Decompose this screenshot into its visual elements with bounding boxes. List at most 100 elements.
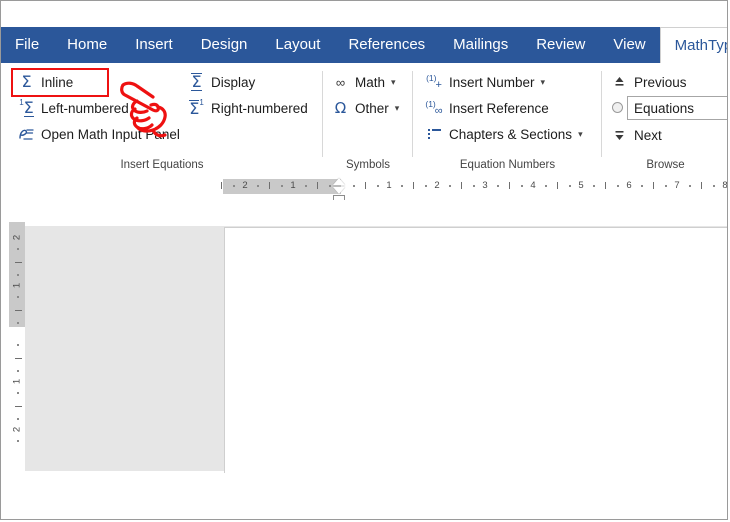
browse-object-combobox[interactable]: Equations — [627, 96, 728, 120]
vruler-dot — [17, 370, 19, 372]
ruler-dot — [665, 185, 667, 187]
ruler-dot — [377, 185, 379, 187]
vruler-tick — [15, 310, 22, 311]
chevron-down-icon[interactable]: ▾ — [578, 129, 583, 140]
vruler-dot — [17, 248, 19, 250]
ribbon-button-previous-label: Previous — [634, 75, 687, 90]
ribbon-button-right-numbered[interactable]: Σ1 Right-numbered — [187, 97, 308, 119]
vruler-dot — [17, 344, 19, 346]
ruler-dot — [401, 185, 403, 187]
vruler-dot — [17, 440, 19, 442]
tab-insert[interactable]: Insert — [121, 27, 187, 63]
sigma-left-number-icon: 1Σ — [17, 99, 36, 118]
ribbon-button-other-label: Other — [355, 101, 389, 116]
ruler-dot — [617, 185, 619, 187]
vruler-number: 2 — [12, 230, 23, 246]
ruler-number: 6 — [626, 180, 631, 191]
ribbon-group-label-browse: Browse — [602, 159, 728, 171]
tab-view[interactable]: View — [599, 27, 659, 63]
insert-reference-icon: (1)∞ — [425, 99, 444, 118]
horizontal-ruler[interactable]: L 2 1 1 2 3 4 5 6 7 8 — [1, 176, 728, 200]
ribbon-button-left-numbered-label: Left-numbered — [41, 101, 129, 116]
ribbon-button-math[interactable]: ∞ Math ▾ — [331, 71, 396, 93]
ribbon-button-chapters-sections-label: Chapters & Sections — [449, 127, 572, 142]
tab-mailings[interactable]: Mailings — [439, 27, 522, 63]
ribbon-button-previous[interactable]: Previous — [610, 71, 687, 93]
ribbon-group-equation-numbers: (1)+ Insert Number ▾ (1)∞ Insert Referen… — [413, 63, 602, 176]
browse-combobox-value: Equations — [634, 101, 694, 116]
chevron-down-icon[interactable]: ▾ — [395, 103, 400, 114]
ribbon-button-insert-number[interactable]: (1)+ Insert Number ▾ — [425, 71, 545, 93]
chevron-down-icon[interactable]: ▾ — [391, 77, 396, 88]
ruler-dot — [521, 185, 523, 187]
ribbon-button-chapters-sections[interactable]: Chapters & Sections ▾ — [425, 123, 583, 145]
ruler-dot — [641, 185, 643, 187]
ribbon-button-right-numbered-label: Right-numbered — [211, 101, 308, 116]
ribbon-button-inline[interactable]: Σ Inline — [17, 71, 73, 93]
chevron-down-icon[interactable]: ▾ — [541, 77, 546, 88]
tab-layout[interactable]: Layout — [261, 27, 334, 63]
ruler-number: 8 — [722, 180, 727, 191]
ruler-tick — [701, 182, 702, 189]
ruler-tick — [653, 182, 654, 189]
next-icon — [610, 126, 629, 145]
ruler-number: 7 — [674, 180, 679, 191]
math-input-panel-icon — [17, 125, 36, 144]
next-glyph — [614, 129, 625, 142]
ruler-tick — [557, 182, 558, 189]
ruler-number: 4 — [530, 180, 535, 191]
ribbon-button-display[interactable]: Σ Display — [187, 71, 255, 93]
vruler-dot — [17, 274, 19, 276]
ribbon-button-insert-reference[interactable]: (1)∞ Insert Reference — [425, 97, 549, 119]
tab-home[interactable]: Home — [53, 27, 121, 63]
ribbon-button-left-numbered[interactable]: 1Σ Left-numbered — [17, 97, 129, 119]
ruler-tick — [413, 182, 414, 189]
tab-mathtype[interactable]: MathType — [660, 27, 728, 63]
ruler-tick — [221, 182, 222, 189]
ribbon-body: Σ Inline 1Σ Left-numbered Open Math Inpu… — [1, 63, 728, 177]
vertical-ruler[interactable]: 2 1 1 2 — [9, 200, 25, 471]
ribbon-group-insert-equations: Σ Inline 1Σ Left-numbered Open Math Inpu… — [1, 63, 323, 176]
ribbon-button-other[interactable]: Ω Other ▾ — [331, 97, 399, 119]
ribbon-group-browse: Previous Equations Next Browse — [602, 63, 728, 176]
tab-file[interactable]: File — [1, 27, 53, 63]
first-line-indent-marker[interactable] — [333, 178, 345, 185]
previous-glyph — [614, 76, 625, 89]
tab-design[interactable]: Design — [187, 27, 262, 63]
ruler-dot — [305, 185, 307, 187]
ruler-number: 2 — [434, 180, 439, 191]
omega-icon: Ω — [331, 99, 350, 118]
vruler-dot — [17, 392, 19, 394]
math-input-panel-glyph — [18, 127, 35, 142]
vruler-dot — [17, 418, 19, 420]
vruler-tick — [15, 406, 22, 407]
ruler-dot — [569, 185, 571, 187]
ribbon-button-next-label: Next — [634, 128, 662, 143]
ribbon-group-label-insert-equations: Insert Equations — [1, 159, 323, 171]
ribbon-button-open-math-input-panel-label: Open Math Input Panel — [41, 127, 180, 142]
hanging-indent-marker[interactable] — [333, 187, 345, 194]
ruler-dot — [233, 185, 235, 187]
ruler-dot — [593, 185, 595, 187]
ribbon-button-next[interactable]: Next — [610, 124, 662, 146]
ruler-dot — [689, 185, 691, 187]
horizontal-ruler-track[interactable]: 2 1 1 2 3 4 5 6 7 8 — [223, 179, 728, 194]
list-icon — [425, 125, 444, 144]
ribbon-button-open-math-input-panel[interactable]: Open Math Input Panel — [17, 123, 180, 145]
vruler-number: 1 — [12, 374, 23, 390]
ruler-dot — [257, 185, 259, 187]
ruler-left-margin — [223, 179, 341, 194]
tab-review[interactable]: Review — [522, 27, 599, 63]
vruler-dot — [17, 322, 19, 324]
ribbon-group-symbols: ∞ Math ▾ Ω Other ▾ Symbols — [323, 63, 413, 176]
tab-references[interactable]: References — [334, 27, 439, 63]
previous-icon — [610, 73, 629, 92]
ruler-dot — [353, 185, 355, 187]
ruler-dot — [713, 185, 715, 187]
ruler-tick — [509, 182, 510, 189]
radio-icon[interactable] — [612, 102, 623, 113]
document-page[interactable] — [224, 227, 728, 473]
ribbon-group-label-equation-numbers: Equation Numbers — [413, 159, 602, 171]
ribbon-button-display-label: Display — [211, 75, 255, 90]
ruler-dot — [281, 185, 283, 187]
